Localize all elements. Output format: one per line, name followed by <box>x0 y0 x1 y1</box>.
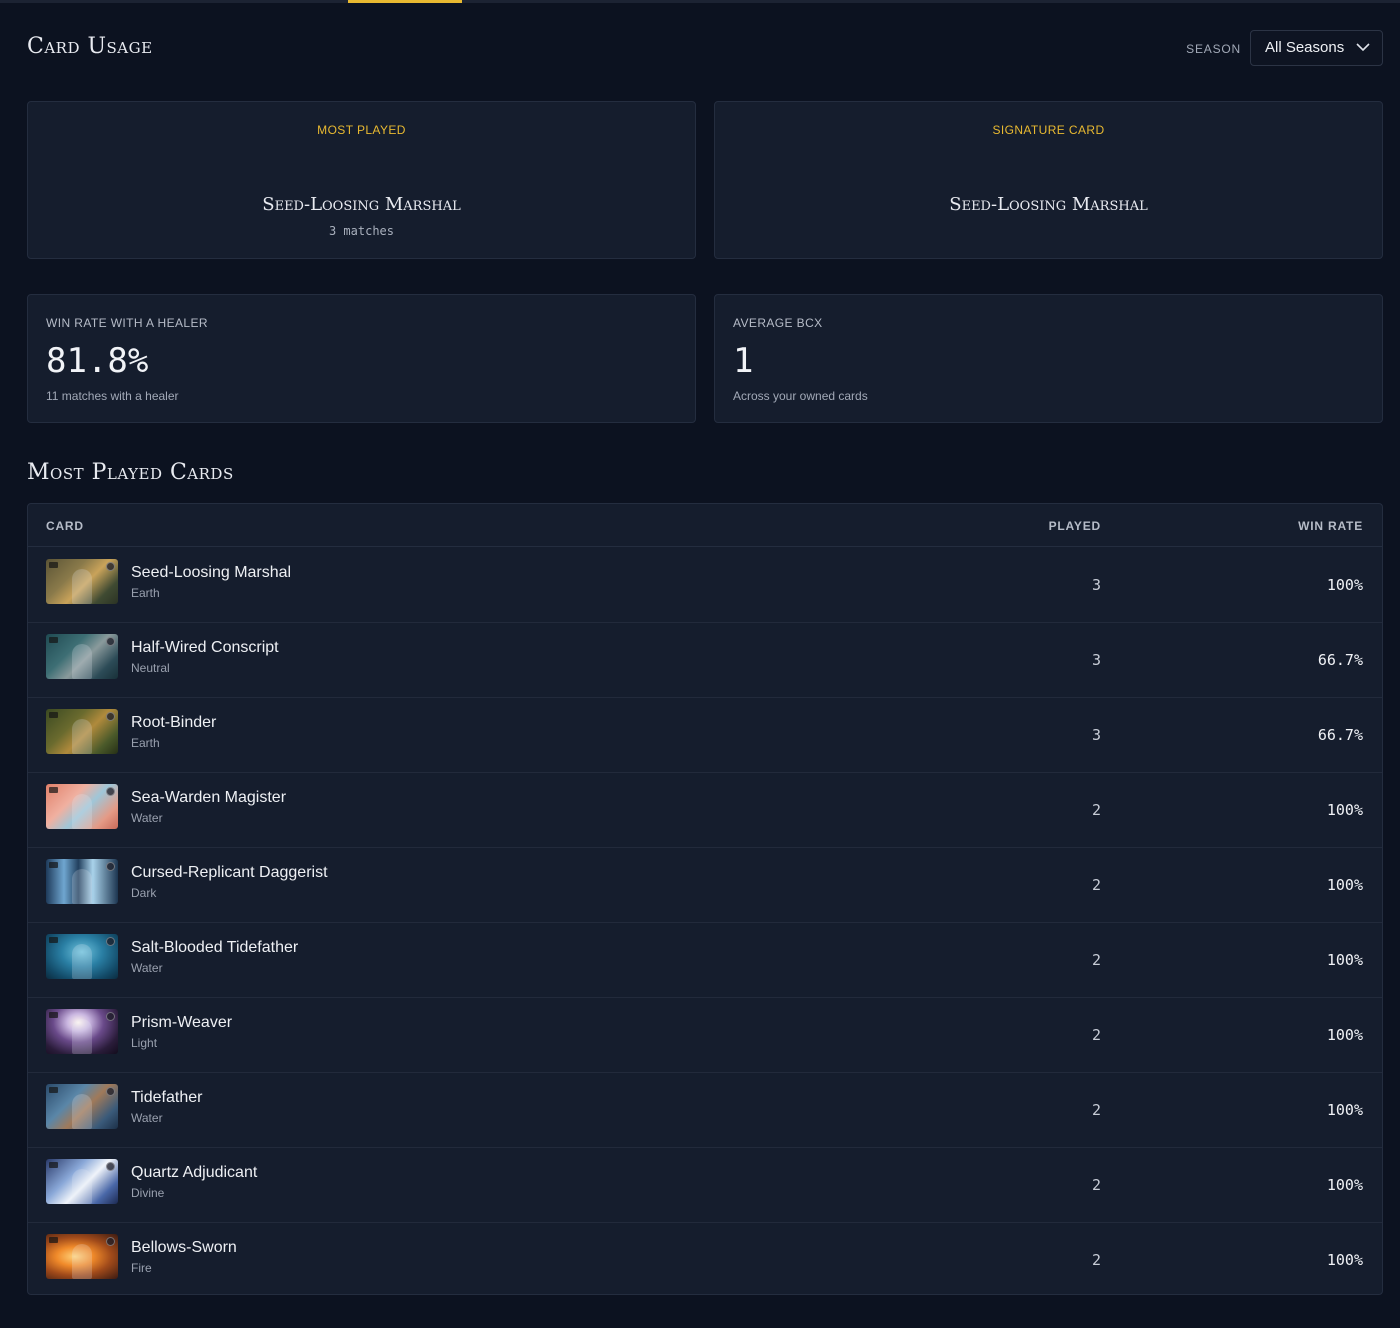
win-rate: 100% <box>1326 1176 1363 1194</box>
played-count: 2 <box>1091 801 1101 819</box>
win-rate: 66.7% <box>1317 726 1363 744</box>
played-count: 2 <box>1091 1251 1101 1269</box>
column-header-win-rate[interactable]: WIN RATE <box>1298 519 1363 533</box>
section-title: Most Played Cards <box>27 460 234 485</box>
card-name: Quartz Adjudicant <box>131 1164 258 1181</box>
card-element: Divine <box>131 1186 165 1200</box>
healer-winrate-sub: 11 matches with a healer <box>46 389 179 403</box>
card-art-thumbnail <box>46 1234 118 1279</box>
card-element: Earth <box>131 586 160 600</box>
signature-card-label: SIGNATURE CARD <box>992 123 1105 137</box>
card-element: Fire <box>131 1261 152 1275</box>
card-element: Water <box>131 811 163 825</box>
win-rate: 100% <box>1326 1026 1363 1044</box>
card-element: Water <box>131 961 163 975</box>
card-art-thumbnail <box>46 1084 118 1129</box>
card-art-thumbnail <box>46 1009 118 1054</box>
card-name: Seed-Loosing Marshal <box>131 564 292 581</box>
played-count: 2 <box>1091 876 1101 894</box>
table-row[interactable]: Half-Wired Conscript Neutral 3 66.7% <box>28 623 1382 698</box>
win-rate: 100% <box>1326 1251 1363 1269</box>
card-art-thumbnail <box>46 559 118 604</box>
card-name: Prism-Weaver <box>131 1014 233 1031</box>
card-element: Water <box>131 1111 163 1125</box>
played-count: 3 <box>1091 726 1101 744</box>
card-art-thumbnail <box>46 1159 118 1204</box>
card-name: Half-Wired Conscript <box>131 639 279 656</box>
table-row[interactable]: Sea-Warden Magister Water 2 100% <box>28 773 1382 848</box>
played-count: 2 <box>1091 1026 1101 1044</box>
chevron-down-icon <box>1356 43 1370 52</box>
season-label: SEASON <box>1186 42 1241 56</box>
win-rate: 100% <box>1326 876 1363 894</box>
card-name: Bellows-Sworn <box>131 1239 237 1256</box>
card-name: Sea-Warden Magister <box>131 789 287 806</box>
table-row[interactable]: Seed-Loosing Marshal Earth 3 100% <box>28 548 1382 623</box>
card-art-thumbnail <box>46 634 118 679</box>
played-count: 2 <box>1091 951 1101 969</box>
played-count: 3 <box>1091 651 1101 669</box>
card-art-thumbnail <box>46 859 118 904</box>
win-rate: 100% <box>1326 576 1363 594</box>
card-art-thumbnail <box>46 784 118 829</box>
played-count: 2 <box>1091 1176 1101 1194</box>
table-row[interactable]: Quartz Adjudicant Divine 2 100% <box>28 1148 1382 1223</box>
page-title: Card Usage <box>27 34 153 59</box>
played-count: 3 <box>1091 576 1101 594</box>
card-element: Light <box>131 1036 158 1050</box>
top-tab-rule <box>0 0 1400 3</box>
card-name: Tidefather <box>131 1089 203 1106</box>
most-played-card: MOST PLAYED Seed-Loosing Marshal 3 match… <box>27 101 696 259</box>
card-art-thumbnail <box>46 709 118 754</box>
table-row[interactable]: Cursed-Replicant Daggerist Dark 2 100% <box>28 848 1382 923</box>
win-rate: 66.7% <box>1317 651 1363 669</box>
most-played-label: MOST PLAYED <box>317 123 406 137</box>
table-row[interactable]: Root-Binder Earth 3 66.7% <box>28 698 1382 773</box>
average-bcx-sub: Across your owned cards <box>733 389 868 403</box>
most-played-table: CARD PLAYED WIN RATE Seed-Loosing Marsha… <box>27 503 1383 1295</box>
win-rate: 100% <box>1326 1101 1363 1119</box>
card-element: Dark <box>131 886 157 900</box>
healer-winrate-card: WIN RATE WITH A HEALER 81.8% 11 matches … <box>27 294 696 423</box>
healer-winrate-value: 81.8% <box>46 341 149 381</box>
card-name: Root-Binder <box>131 714 217 731</box>
win-rate: 100% <box>1326 951 1363 969</box>
card-element: Neutral <box>131 661 170 675</box>
column-header-played[interactable]: PLAYED <box>1049 519 1101 533</box>
played-count: 2 <box>1091 1101 1101 1119</box>
average-bcx-label: AVERAGE BCX <box>733 316 823 330</box>
average-bcx-card: AVERAGE BCX 1 Across your owned cards <box>714 294 1383 423</box>
season-select[interactable]: All Seasons <box>1250 30 1383 66</box>
table-row[interactable]: Tidefather Water 2 100% <box>28 1073 1382 1148</box>
most-played-name: Seed-Loosing Marshal <box>262 194 461 215</box>
card-art-thumbnail <box>46 934 118 979</box>
average-bcx-value: 1 <box>733 341 754 381</box>
table-row[interactable]: Prism-Weaver Light 2 100% <box>28 998 1382 1073</box>
win-rate: 100% <box>1326 801 1363 819</box>
most-played-matches: 3 matches <box>328 224 395 238</box>
card-name: Salt-Blooded Tidefather <box>131 939 299 956</box>
column-header-card[interactable]: CARD <box>46 519 84 533</box>
table-row[interactable]: Bellows-Sworn Fire 2 100% <box>28 1223 1382 1294</box>
card-name: Cursed-Replicant Daggerist <box>131 864 328 881</box>
healer-winrate-label: WIN RATE WITH A HEALER <box>46 316 208 330</box>
table-header: CARD PLAYED WIN RATE <box>28 504 1382 547</box>
season-select-value: All Seasons <box>1265 39 1345 56</box>
card-element: Earth <box>131 736 160 750</box>
active-tab-indicator <box>348 0 462 3</box>
page-header: Card Usage SEASON All Seasons <box>27 30 1383 66</box>
table-row[interactable]: Salt-Blooded Tidefather Water 2 100% <box>28 923 1382 998</box>
signature-card: SIGNATURE CARD Seed-Loosing Marshal <box>714 101 1383 259</box>
signature-card-name: Seed-Loosing Marshal <box>949 194 1148 215</box>
